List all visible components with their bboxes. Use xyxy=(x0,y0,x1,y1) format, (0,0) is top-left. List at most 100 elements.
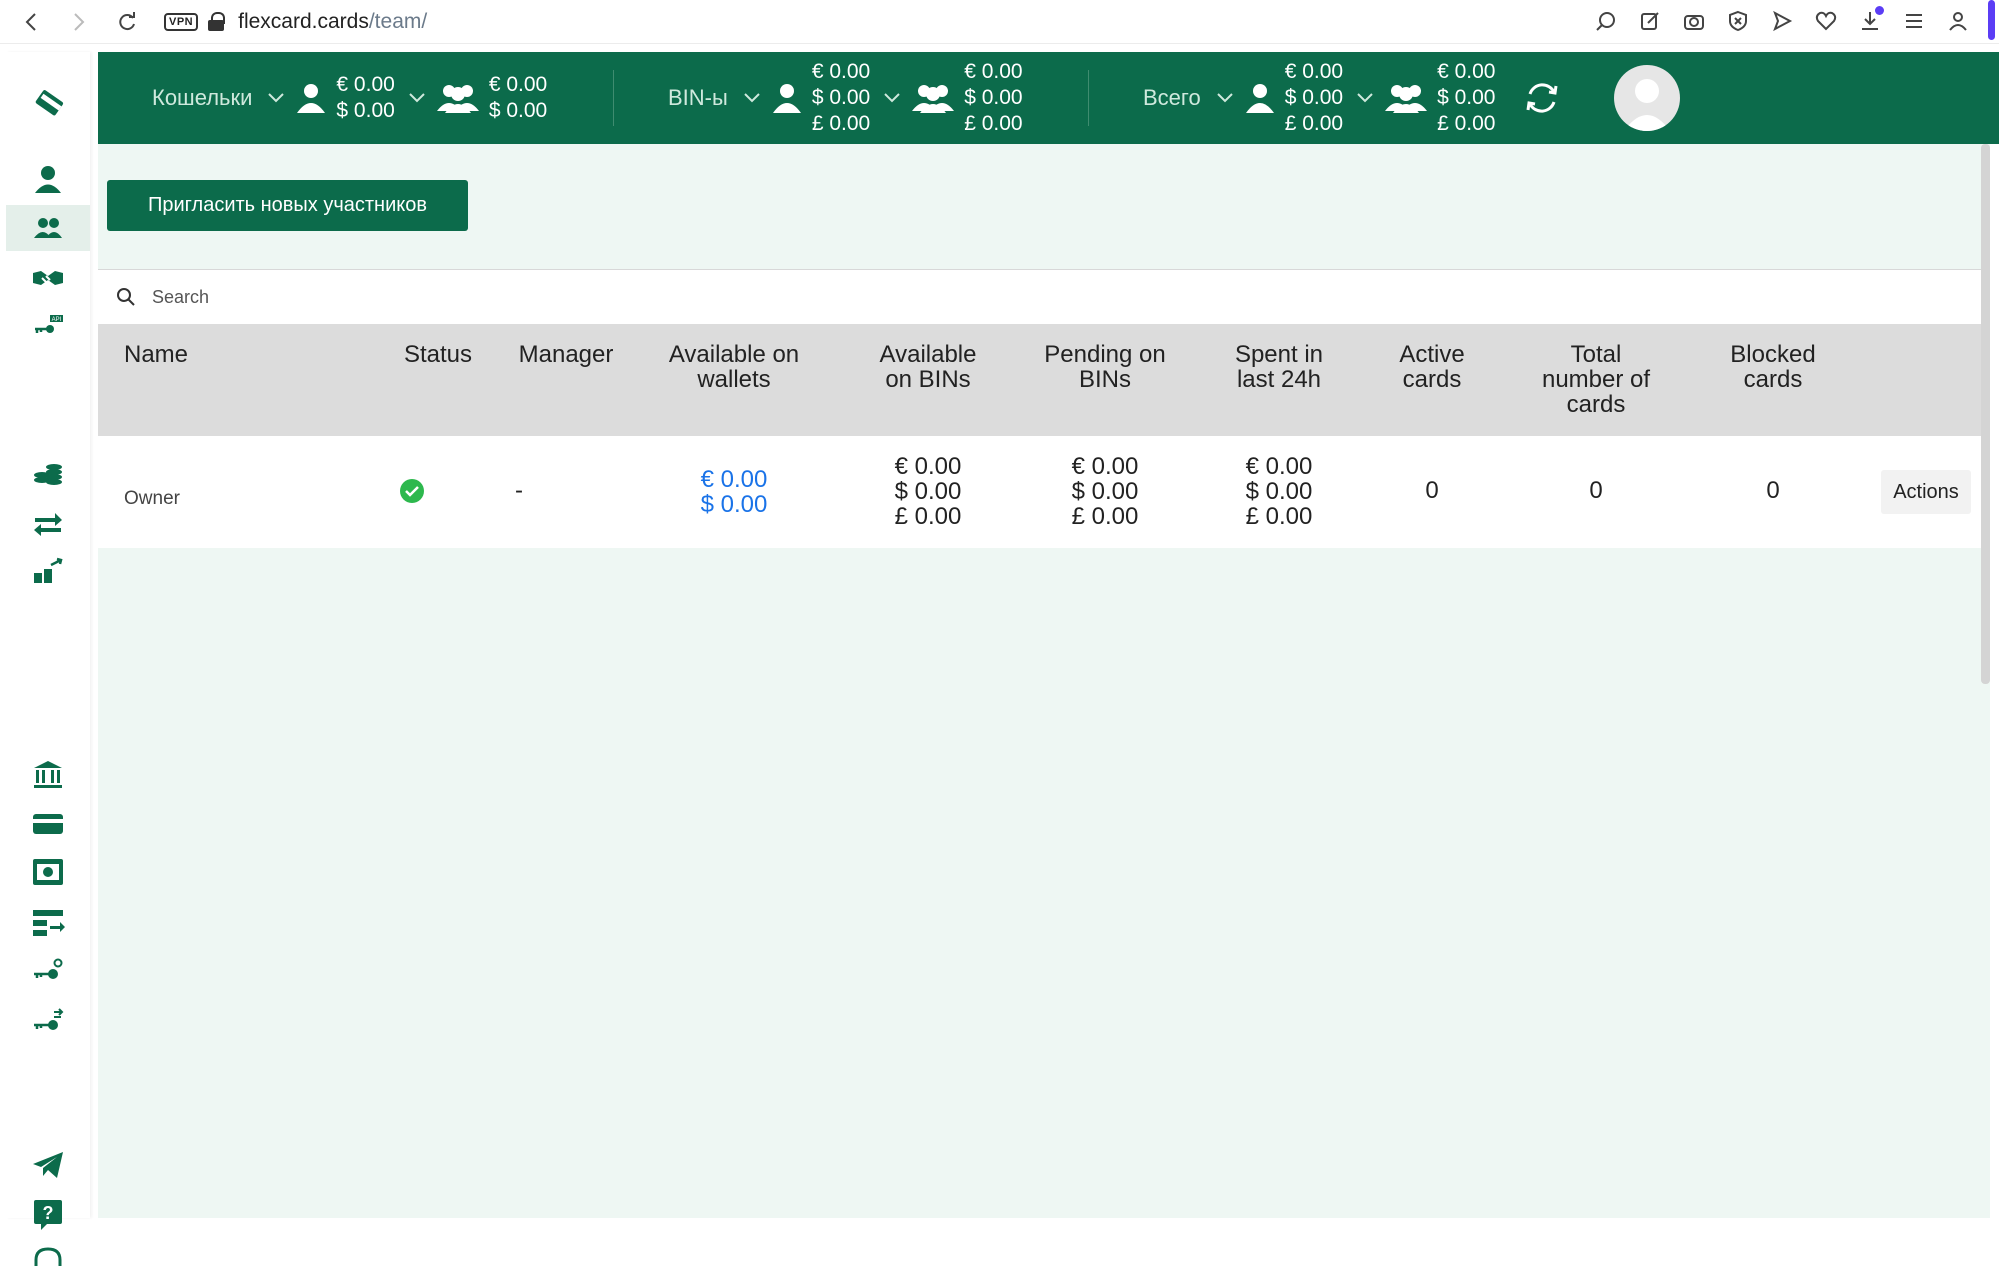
chevron-down-icon[interactable] xyxy=(1216,93,1233,103)
balance-usd: $ 0.00 xyxy=(1284,86,1344,109)
key-settings-icon[interactable] xyxy=(6,949,90,995)
pending-eur-value: € 0.00 xyxy=(1071,453,1139,480)
exchange-icon[interactable] xyxy=(6,549,90,595)
available-wallets-value[interactable]: € 0.00 $ 0.00 xyxy=(664,467,804,517)
scrollbar[interactable] xyxy=(1981,144,1990,684)
column-header-active-cards[interactable]: Active cards xyxy=(1386,342,1478,392)
column-header-available-wallets[interactable]: Available on wallets xyxy=(664,342,804,392)
avatar[interactable] xyxy=(1614,65,1680,131)
main-content: Пригласить новых участников Name Status … xyxy=(98,144,1990,1218)
transfer-icon[interactable] xyxy=(6,500,90,546)
help-icon[interactable]: ? xyxy=(6,1191,90,1237)
chevron-down-icon[interactable] xyxy=(744,93,760,103)
coins-icon[interactable] xyxy=(6,452,90,498)
status-active-icon xyxy=(399,478,425,504)
bins-eur-value: € 0.00 xyxy=(894,453,962,480)
column-header-available-bins[interactable]: Available on BINs xyxy=(871,342,985,392)
heart-icon[interactable] xyxy=(1811,6,1841,36)
chevron-down-icon[interactable] xyxy=(409,93,425,103)
table-header: Name Status Manager Available on wallets… xyxy=(98,324,1990,436)
send-icon[interactable] xyxy=(1767,6,1797,36)
address-bar[interactable]: VPN flexcard.cards/team/ xyxy=(164,10,427,34)
telegram-icon[interactable] xyxy=(6,1142,90,1188)
column-header-manager[interactable]: Manager xyxy=(511,342,621,367)
balance-bar: Кошельки € 0.00 $ 0.00 € 0.00 $ 0.00 BIN… xyxy=(98,52,1999,144)
forward-icon[interactable] xyxy=(62,5,96,39)
user-icon[interactable] xyxy=(6,156,90,202)
pending-usd-value: $ 0.00 xyxy=(1071,478,1139,505)
column-header-spent-24h[interactable]: Spent in last 24h xyxy=(1224,342,1334,392)
balance-usd: $ 0.00 xyxy=(964,86,1023,109)
reload-icon[interactable] xyxy=(110,5,144,39)
divider xyxy=(613,70,614,126)
column-header-name[interactable]: Name xyxy=(124,342,188,367)
key-transfer-icon[interactable] xyxy=(6,998,90,1044)
svg-text:API: API xyxy=(52,317,62,323)
camera-icon[interactable] xyxy=(1679,6,1709,36)
chevron-down-icon[interactable] xyxy=(884,93,900,103)
team-icon xyxy=(436,85,479,113)
balance-gbp: £ 0.00 xyxy=(811,112,871,135)
total-cards-value: 0 xyxy=(1589,477,1603,504)
spent-eur-value: € 0.00 xyxy=(1245,453,1313,480)
balance-usd: $ 0.00 xyxy=(1437,86,1496,109)
bank-icon[interactable] xyxy=(6,752,90,798)
total-personal-balance: € 0.00 $ 0.00 £ 0.00 xyxy=(1285,59,1343,137)
logo-icon[interactable] xyxy=(6,80,90,126)
handshake-icon[interactable] xyxy=(6,255,90,301)
bins-team-balance: € 0.00 $ 0.00 £ 0.00 xyxy=(964,59,1022,137)
wallet-usd-value[interactable]: $ 0.00 xyxy=(664,492,804,517)
sidebar: API ? xyxy=(6,52,90,1266)
api-key-icon[interactable]: API xyxy=(6,304,90,350)
browser-toolbar: VPN flexcard.cards/team/ xyxy=(0,0,1999,44)
chevron-down-icon[interactable] xyxy=(268,93,285,103)
user-icon xyxy=(1245,84,1274,113)
bins-label: BIN-ы xyxy=(668,85,728,110)
download-icon[interactable] xyxy=(1855,6,1885,36)
balance-eur: € 0.00 xyxy=(964,60,1023,83)
edit-icon[interactable] xyxy=(1635,6,1665,36)
url-path: /team/ xyxy=(368,9,428,33)
card-icon[interactable] xyxy=(6,801,90,847)
refresh-icon[interactable] xyxy=(1522,78,1562,118)
back-icon[interactable] xyxy=(14,5,48,39)
cash-icon[interactable] xyxy=(6,849,90,895)
column-header-total-cards[interactable]: Total number of cards xyxy=(1531,342,1661,417)
wallets-label: Кошельки xyxy=(152,85,253,110)
actions-button[interactable]: Actions xyxy=(1881,470,1971,514)
shield-icon[interactable] xyxy=(1723,6,1753,36)
statement-export-icon[interactable] xyxy=(6,900,90,946)
invite-members-button[interactable]: Пригласить новых участников xyxy=(107,180,468,231)
table-row[interactable]: Owner - € 0.00 $ 0.00 € 0.00 $ 0.00 £ 0.… xyxy=(98,436,1990,548)
spent-24h-value: € 0.00 $ 0.00 £ 0.00 xyxy=(1224,454,1334,529)
available-bins-value: € 0.00 $ 0.00 £ 0.00 xyxy=(871,454,985,529)
team-icon xyxy=(1385,85,1428,113)
wallets-team-balance: € 0.00 $ 0.00 xyxy=(489,72,547,124)
wallet-eur-value[interactable]: € 0.00 xyxy=(664,467,804,492)
vpn-badge[interactable]: VPN xyxy=(164,12,199,31)
divider xyxy=(1088,70,1089,126)
notification-dot xyxy=(1875,6,1884,15)
balance-eur: € 0.00 xyxy=(336,73,395,96)
balance-eur: € 0.00 xyxy=(1284,60,1344,83)
column-header-status[interactable]: Status xyxy=(395,342,481,367)
balance-gbp: £ 0.00 xyxy=(964,112,1023,135)
spent-gbp-value: £ 0.00 xyxy=(1245,503,1313,530)
team-icon[interactable] xyxy=(6,205,90,251)
search-page-icon[interactable] xyxy=(1591,6,1621,36)
search-input[interactable] xyxy=(152,286,752,308)
column-header-blocked-cards[interactable]: Blocked cards xyxy=(1718,342,1828,392)
profile-icon[interactable] xyxy=(1943,6,1973,36)
settings-icon[interactable] xyxy=(1899,6,1929,36)
member-name: Owner xyxy=(124,488,180,509)
column-header-pending-bins[interactable]: Pending on BINs xyxy=(1043,342,1167,392)
support-headset-icon[interactable] xyxy=(6,1238,90,1284)
svg-text:?: ? xyxy=(43,1203,54,1223)
balance-gbp: £ 0.00 xyxy=(1437,112,1496,135)
total-group: Всего € 0.00 $ 0.00 £ 0.00 € 0.00 $ 0.00… xyxy=(1143,52,1495,144)
url-host: flexcard.cards xyxy=(238,9,369,33)
sidebar-toggle[interactable] xyxy=(1988,0,1995,40)
bins-gbp-value: £ 0.00 xyxy=(894,503,962,530)
team-icon xyxy=(912,85,955,113)
chevron-down-icon[interactable] xyxy=(1357,93,1373,103)
